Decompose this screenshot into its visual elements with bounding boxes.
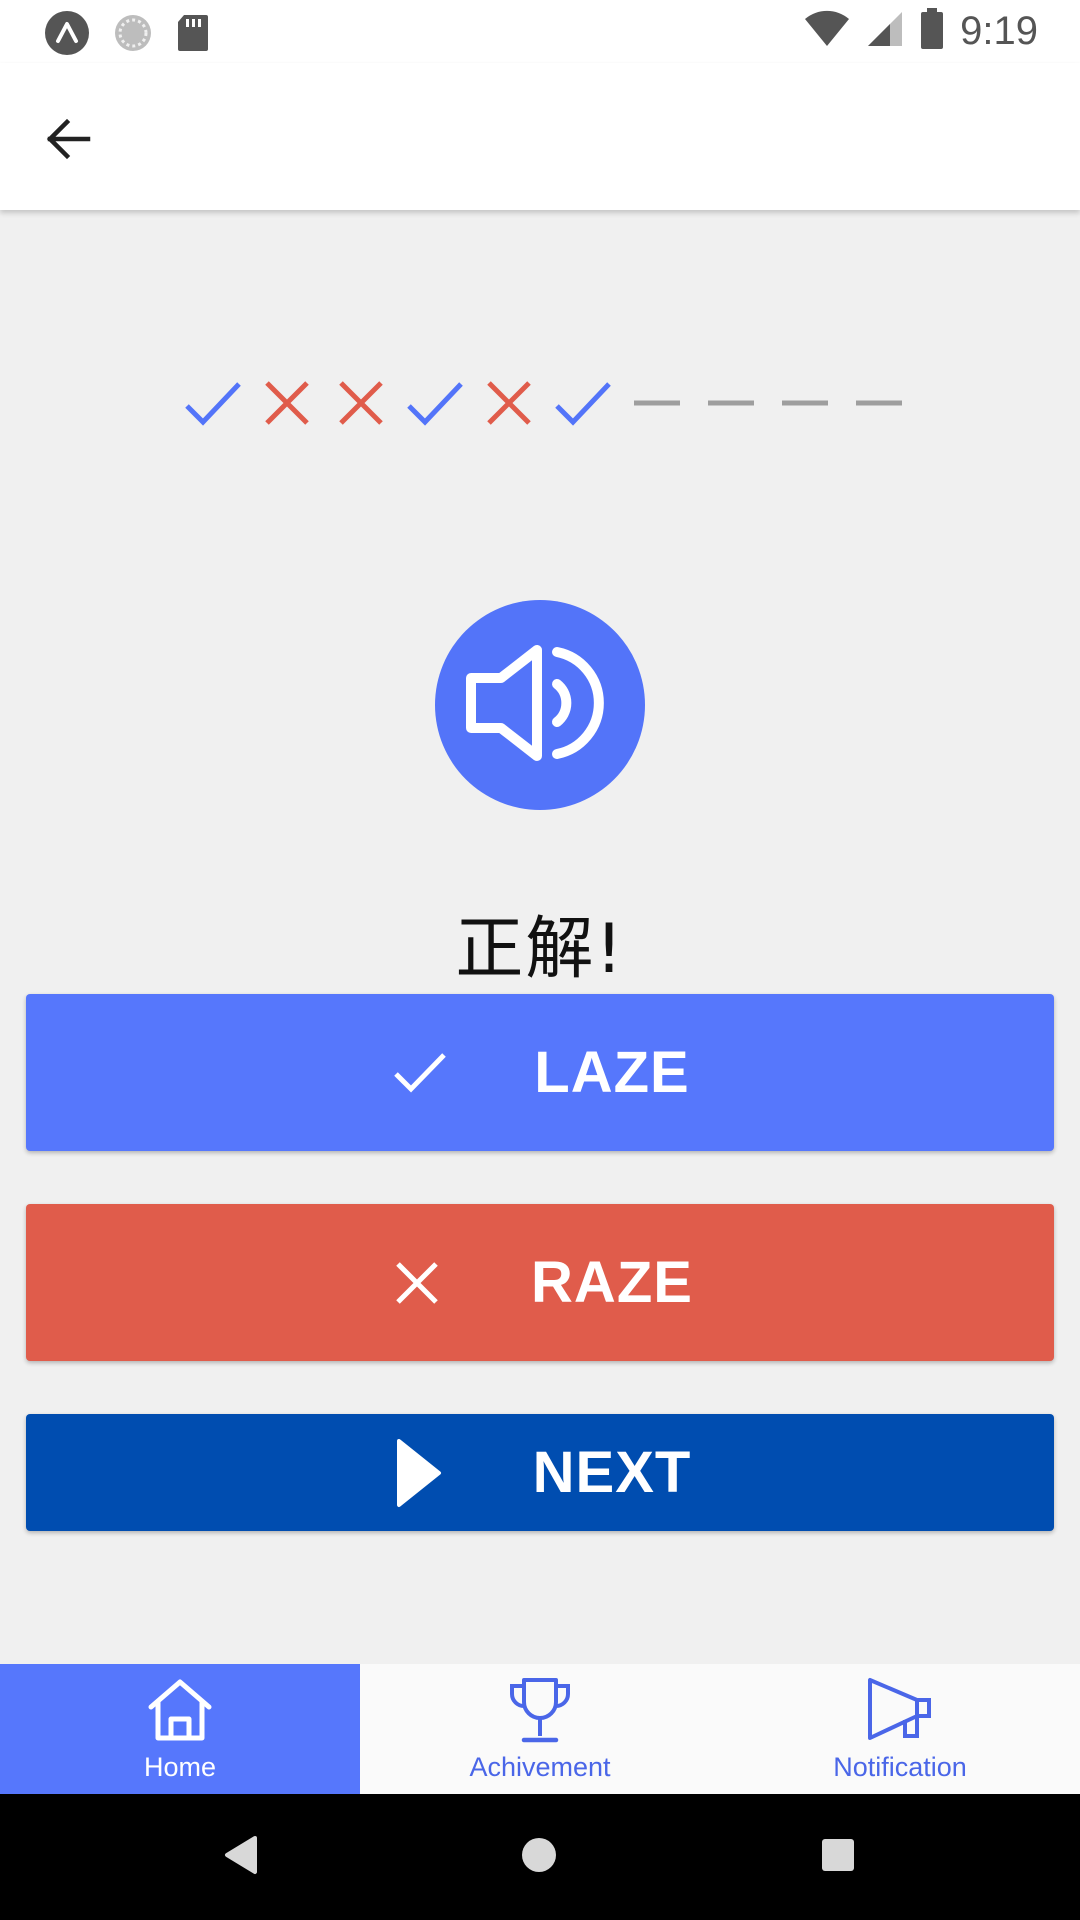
raze-answer-button[interactable]: RAZE	[26, 1204, 1054, 1361]
status-time: 9:19	[960, 9, 1038, 53]
check-icon	[390, 1043, 450, 1103]
system-home-button[interactable]	[506, 1824, 572, 1890]
progress-mark-correct	[546, 374, 620, 432]
nav-label-home: Home	[143, 1752, 217, 1782]
wifi-icon	[804, 10, 850, 53]
nav-item-notification[interactable]: Notification	[720, 1664, 1080, 1794]
close-icon	[387, 1253, 447, 1313]
progress-mark-correct	[398, 374, 472, 432]
trophy-icon	[504, 1674, 576, 1746]
status-left-icons	[44, 10, 210, 61]
battery-icon	[920, 8, 944, 55]
laze-answer-button[interactable]: LAZE	[26, 994, 1054, 1151]
home-circle-icon	[519, 1835, 559, 1880]
megaphone-icon	[864, 1674, 936, 1746]
play-audio-button[interactable]	[435, 600, 645, 810]
progress-mark-wrong	[472, 374, 546, 432]
play-icon	[389, 1438, 449, 1507]
next-label: NEXT	[532, 1440, 692, 1505]
nav-item-achivement[interactable]: Achivement	[360, 1664, 720, 1794]
progress-mark-pending	[842, 374, 916, 432]
recents-square-icon	[820, 1837, 856, 1878]
laze-label: LAZE	[534, 1040, 690, 1105]
progress-mark-pending	[620, 374, 694, 432]
nav-item-home[interactable]: Home	[0, 1664, 360, 1794]
progress-mark-pending	[768, 374, 842, 432]
back-button[interactable]	[30, 103, 106, 179]
status-right-icons: 9:19	[804, 8, 1038, 55]
progress-mark-correct	[176, 374, 250, 432]
app-bar	[0, 63, 1080, 210]
sync-circle-icon	[112, 12, 154, 59]
progress-mark-wrong	[324, 374, 398, 432]
app-a-icon	[44, 10, 90, 61]
sd-card-icon	[176, 13, 210, 58]
arrow-back-icon	[45, 116, 91, 167]
progress-mark-wrong	[250, 374, 324, 432]
status-bar: 9:19	[0, 0, 1080, 63]
speaker-icon	[465, 638, 615, 773]
progress-mark-pending	[694, 374, 768, 432]
home-icon	[144, 1674, 216, 1746]
raze-label: RAZE	[531, 1250, 693, 1315]
nav-label-notification: Notification	[833, 1752, 967, 1782]
system-back-button[interactable]	[208, 1824, 274, 1890]
answer-history	[176, 374, 916, 432]
nav-label-achivement: Achivement	[469, 1752, 611, 1782]
bottom-navigation: Home Achivement Notification	[0, 1664, 1080, 1794]
result-text: 正解!	[455, 910, 625, 989]
system-navigation-bar	[0, 1794, 1080, 1920]
back-triangle-icon	[221, 1834, 261, 1881]
signal-icon	[866, 10, 904, 53]
next-button[interactable]: NEXT	[26, 1414, 1054, 1531]
system-recents-button[interactable]	[805, 1824, 871, 1890]
